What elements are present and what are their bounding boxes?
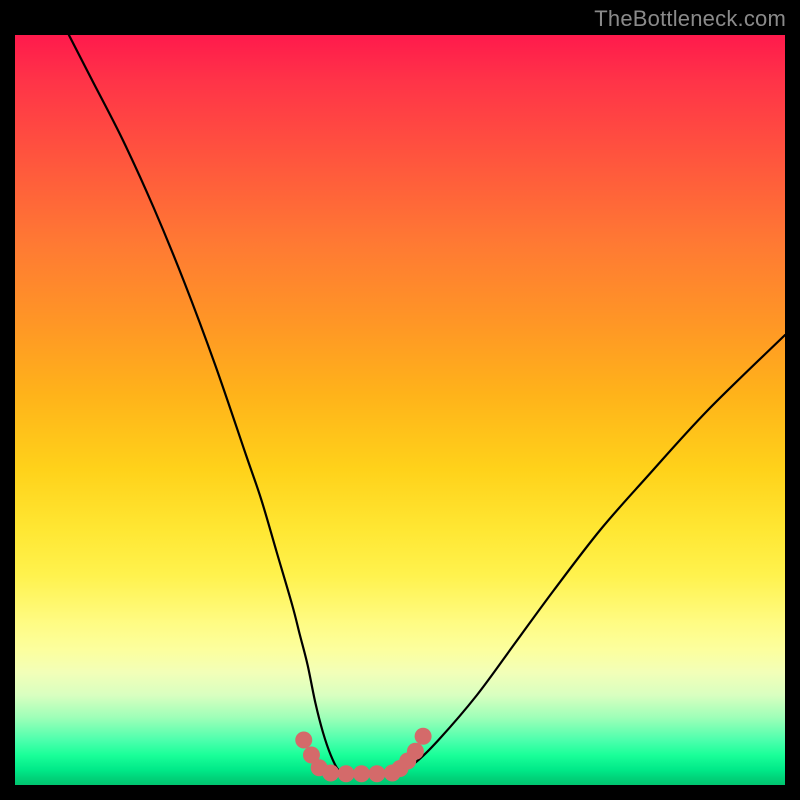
bottleneck-dots-group: [295, 728, 431, 783]
bottleneck-dot: [368, 765, 385, 782]
bottleneck-curve-line: [69, 35, 785, 774]
bottleneck-dot: [295, 732, 312, 749]
bottleneck-dot: [322, 765, 339, 782]
bottleneck-dot: [407, 743, 424, 760]
chart-frame: [15, 35, 785, 785]
chart-svg: [15, 35, 785, 785]
watermark-text: TheBottleneck.com: [594, 6, 786, 32]
bottleneck-dot: [415, 728, 432, 745]
bottleneck-dot: [338, 765, 355, 782]
bottleneck-dot: [353, 765, 370, 782]
